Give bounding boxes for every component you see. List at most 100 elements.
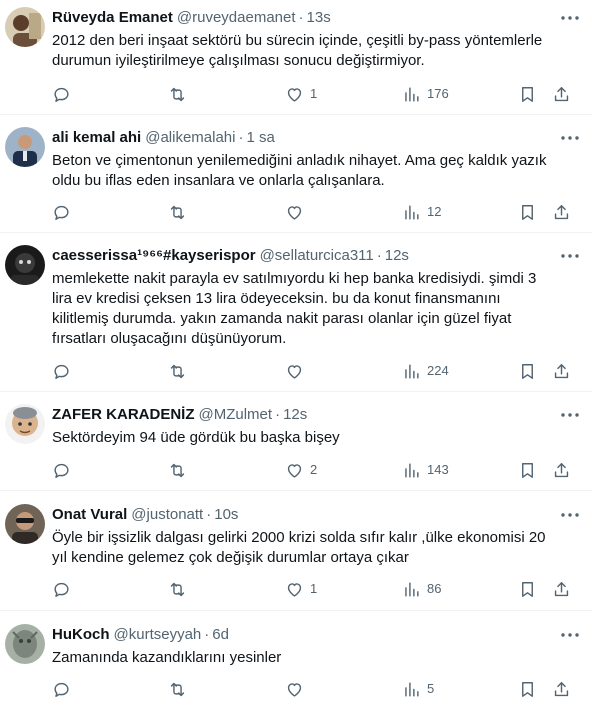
share-button[interactable] [552,460,571,480]
reply-button[interactable] [52,679,71,699]
display-name[interactable]: Rüveyda Emanet [52,9,173,26]
repost-button[interactable] [168,361,187,381]
reply-button[interactable] [52,84,71,104]
avatar[interactable] [5,7,45,47]
bookmark-button[interactable] [518,84,537,104]
repost-button[interactable] [168,84,187,104]
avatar[interactable] [5,245,45,285]
share-button[interactable] [552,579,571,599]
reply-button[interactable] [52,361,71,381]
display-name[interactable]: Onat Vural [52,506,127,523]
reply-button[interactable] [52,460,71,480]
view-count: 5 [427,681,435,696]
like-button[interactable]: 1 [285,84,317,104]
display-name[interactable]: ali kemal ahi [52,129,141,146]
share-button[interactable] [552,84,571,104]
more-options-button[interactable] [558,246,582,266]
separator-dot: · [238,129,244,146]
tweet-text: Sektördeyim 94 üde gördük bu başka bişey [52,429,340,446]
heart-icon [287,205,302,220]
more-options-button[interactable] [558,128,582,148]
tweet-text: Zamanında kazandıklarını yesinler [52,649,282,666]
views-button[interactable]: 5 [402,679,434,699]
like-button[interactable] [285,679,310,699]
views-button[interactable]: 12 [402,202,441,222]
timestamp[interactable]: 10s [214,506,238,523]
tweet[interactable]: caesserissa¹⁹⁶⁶#kayserispor @sellaturcica… [0,233,592,392]
timestamp[interactable]: 1 sa [246,129,274,146]
views-button[interactable]: 176 [402,84,449,104]
like-button[interactable] [285,361,310,381]
action-bar: 12 [52,202,578,222]
views-button[interactable]: 143 [402,460,449,480]
repost-button[interactable] [168,460,187,480]
timestamp[interactable]: 6d [212,626,229,643]
user-handle[interactable]: @ruveydaemanet [177,9,296,26]
bookmark-button[interactable] [518,579,537,599]
repost-button[interactable] [168,579,187,599]
separator-dot: · [204,626,210,643]
bookmark-button[interactable] [518,679,537,699]
user-handle[interactable]: @sellaturcica311 [260,247,374,264]
like-button[interactable]: 2 [285,460,317,480]
user-handle[interactable]: @alikemalahi [145,129,235,146]
user-handle[interactable]: @justonatt [131,506,203,523]
heart-icon [287,463,302,478]
analytics-icon [405,86,419,102]
action-bar: 2 143 [52,460,578,480]
views-button[interactable]: 86 [402,579,441,599]
share-button[interactable] [552,679,571,699]
share-button[interactable] [552,202,571,222]
action-bar: 5 [52,679,578,699]
bookmark-button[interactable] [518,460,537,480]
repost-button[interactable] [168,202,187,222]
bookmark-button[interactable] [518,202,537,222]
more-options-button[interactable] [558,405,582,425]
avatar[interactable] [5,127,45,167]
bookmark-button[interactable] [518,361,537,381]
timestamp[interactable]: 13s [307,9,331,26]
share-button[interactable] [552,361,571,381]
timestamp[interactable]: 12s [385,247,409,264]
avatar[interactable] [5,624,45,664]
more-options-button[interactable] [558,8,582,28]
tweet[interactable]: Rüveyda Emanet @ruveydaemanet · 13s 2012 de… [0,0,592,115]
share-icon [554,681,569,696]
timestamp[interactable]: 12s [283,406,307,423]
tweet-text: Öyle bir işsizlik dalgası gelirki 2000 k… [52,529,546,566]
tweet-header: HuKoch @kurtseyyah · 6d [52,625,552,645]
more-options-button[interactable] [558,625,582,645]
avatar[interactable] [5,504,45,544]
tweet[interactable]: ali kemal ahi @alikemalahi · 1 sa Beton ve … [0,115,592,233]
action-bar: 1 86 [52,579,578,599]
separator-dot: · [275,406,281,423]
user-handle[interactable]: @kurtseyyah [114,626,202,643]
like-button[interactable]: 1 [285,579,317,599]
bookmark-icon [522,462,533,478]
analytics-icon [405,204,419,220]
display-name[interactable]: caesserissa¹⁹⁶⁶#kayserispor [52,247,256,264]
like-count: 2 [310,462,318,477]
like-count: 1 [310,86,318,101]
display-name[interactable]: HuKoch [52,626,110,643]
more-options-button[interactable] [558,505,582,525]
tweet[interactable]: HuKoch @kurtseyyah · 6d Zamanında kazandıkl… [0,611,592,706]
like-count: 1 [310,581,318,596]
user-handle[interactable]: @MZulmet [199,406,273,423]
repost-button[interactable] [168,679,187,699]
heart-icon [287,364,302,379]
bookmark-icon [522,681,533,697]
heart-icon [287,582,302,597]
reply-button[interactable] [52,579,71,599]
analytics-icon [405,681,419,697]
like-button[interactable] [285,202,310,222]
views-button[interactable]: 224 [402,361,449,381]
display-name[interactable]: ZAFER KARADENİZ [52,406,195,423]
reply-icon [54,205,69,220]
view-count: 224 [427,363,449,378]
reply-button[interactable] [52,202,71,222]
avatar[interactable] [5,404,45,444]
tweet[interactable]: Onat Vural @justonatt · 10s Öyle bir işsizl… [0,491,592,611]
tweet[interactable]: ZAFER KARADENİZ @MZulmet · 12s Sektördeyim … [0,392,592,491]
action-bar: 1 176 [52,84,578,104]
